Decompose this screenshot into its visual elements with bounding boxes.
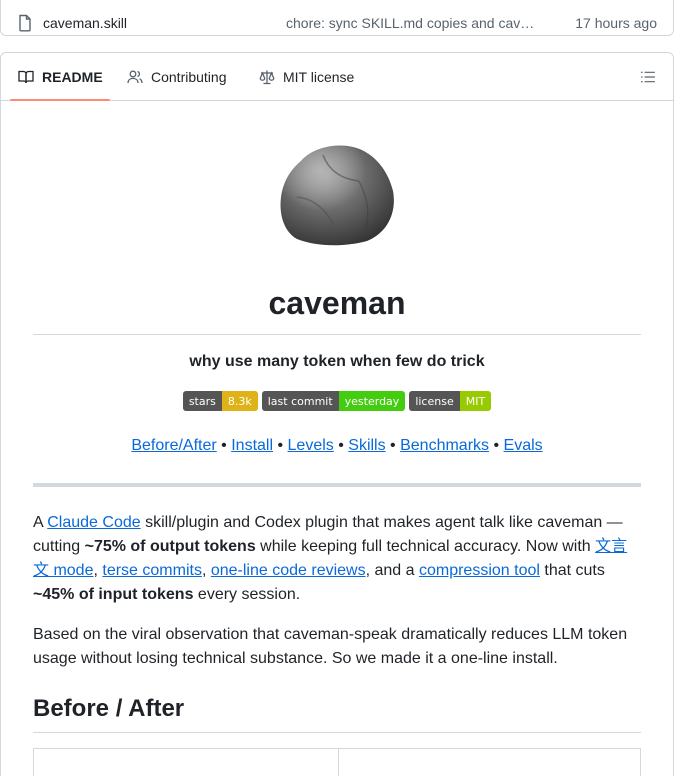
nav-before-after-link[interactable]: Before/After	[131, 437, 216, 454]
text-span: A	[33, 514, 48, 531]
readme-tagline: why use many token when few do trick	[189, 353, 485, 370]
active-tab-indicator	[10, 99, 110, 101]
readme-nav-links: Before/After • Install • Levels • Skills…	[33, 437, 641, 455]
commit-message-link[interactable]: chore: sync SKILL.md copies and cav…	[286, 15, 548, 31]
nav-install-link[interactable]: Install	[231, 437, 273, 454]
license-badge-value: MIT	[459, 391, 492, 411]
text-span: every session.	[193, 586, 301, 603]
readme-tabs: README Contributing MIT license	[1, 53, 673, 101]
law-icon	[259, 70, 275, 85]
output-tokens-bold: ~75% of output tokens	[84, 538, 256, 555]
heading-divider	[33, 732, 641, 733]
tab-contributing-label: Contributing	[151, 69, 227, 85]
stars-badge[interactable]: stars 8.3k	[182, 391, 258, 411]
claude-code-link[interactable]: Claude Code	[47, 514, 140, 531]
tab-license-label: MIT license	[283, 69, 355, 85]
nav-separator: •	[333, 437, 349, 454]
last-commit-badge-label: last commit	[261, 391, 339, 411]
nav-separator: •	[489, 437, 504, 454]
text-span: ,	[201, 562, 211, 579]
stars-badge-value: 8.3k	[221, 391, 258, 411]
license-badge-label: license	[409, 391, 460, 411]
badge-row: stars 8.3k last commit yesterday license…	[33, 391, 641, 411]
text-span: , and a	[365, 562, 419, 579]
people-icon	[127, 70, 143, 84]
text-span: that cuts	[539, 562, 605, 579]
title-divider	[33, 334, 641, 335]
background-paragraph: Based on the viral observation that cave…	[33, 626, 628, 667]
before-after-heading: Before / After	[33, 695, 185, 722]
nav-separator: •	[385, 437, 401, 454]
nav-levels-link[interactable]: Levels	[288, 437, 334, 454]
nav-separator: •	[273, 437, 288, 454]
tab-contributing[interactable]: Contributing	[127, 53, 227, 101]
stars-badge-label: stars	[182, 391, 222, 411]
last-commit-badge[interactable]: last commit yesterday	[261, 391, 406, 411]
horizontal-rule	[33, 483, 641, 487]
book-icon	[18, 70, 34, 84]
compression-tool-link[interactable]: compression tool	[419, 562, 540, 579]
input-tokens-bold: ~45% of input tokens	[33, 586, 194, 603]
license-badge[interactable]: license MIT	[409, 391, 492, 411]
readme-title: caveman	[268, 285, 406, 321]
text-span: while keeping full technical accuracy. N…	[255, 538, 596, 555]
last-commit-badge-value: yesterday	[338, 391, 406, 411]
readme-panel: README Contributing MIT license caveman …	[0, 52, 674, 776]
tab-license[interactable]: MIT license	[259, 53, 354, 101]
intro-paragraph: A Claude Code skill/plugin and Codex plu…	[33, 511, 641, 607]
table-column-divider	[338, 749, 339, 776]
rock-logo-image	[280, 145, 394, 246]
file-name-link[interactable]: caveman.skill	[43, 15, 127, 31]
nav-benchmarks-link[interactable]: Benchmarks	[400, 437, 489, 454]
comparison-table	[33, 748, 641, 776]
commit-time: 17 hours ago	[575, 15, 657, 31]
tab-readme[interactable]: README	[18, 53, 103, 101]
file-icon	[19, 14, 31, 32]
tab-readme-label: README	[42, 69, 103, 85]
one-line-reviews-link[interactable]: one-line code reviews	[211, 562, 366, 579]
file-row[interactable]: caveman.skill chore: sync SKILL.md copie…	[0, 12, 674, 46]
nav-separator: •	[216, 437, 232, 454]
nav-skills-link[interactable]: Skills	[348, 437, 385, 454]
terse-commits-link[interactable]: terse commits	[102, 562, 202, 579]
outline-list-icon[interactable]	[640, 69, 656, 85]
nav-evals-link[interactable]: Evals	[504, 437, 543, 454]
